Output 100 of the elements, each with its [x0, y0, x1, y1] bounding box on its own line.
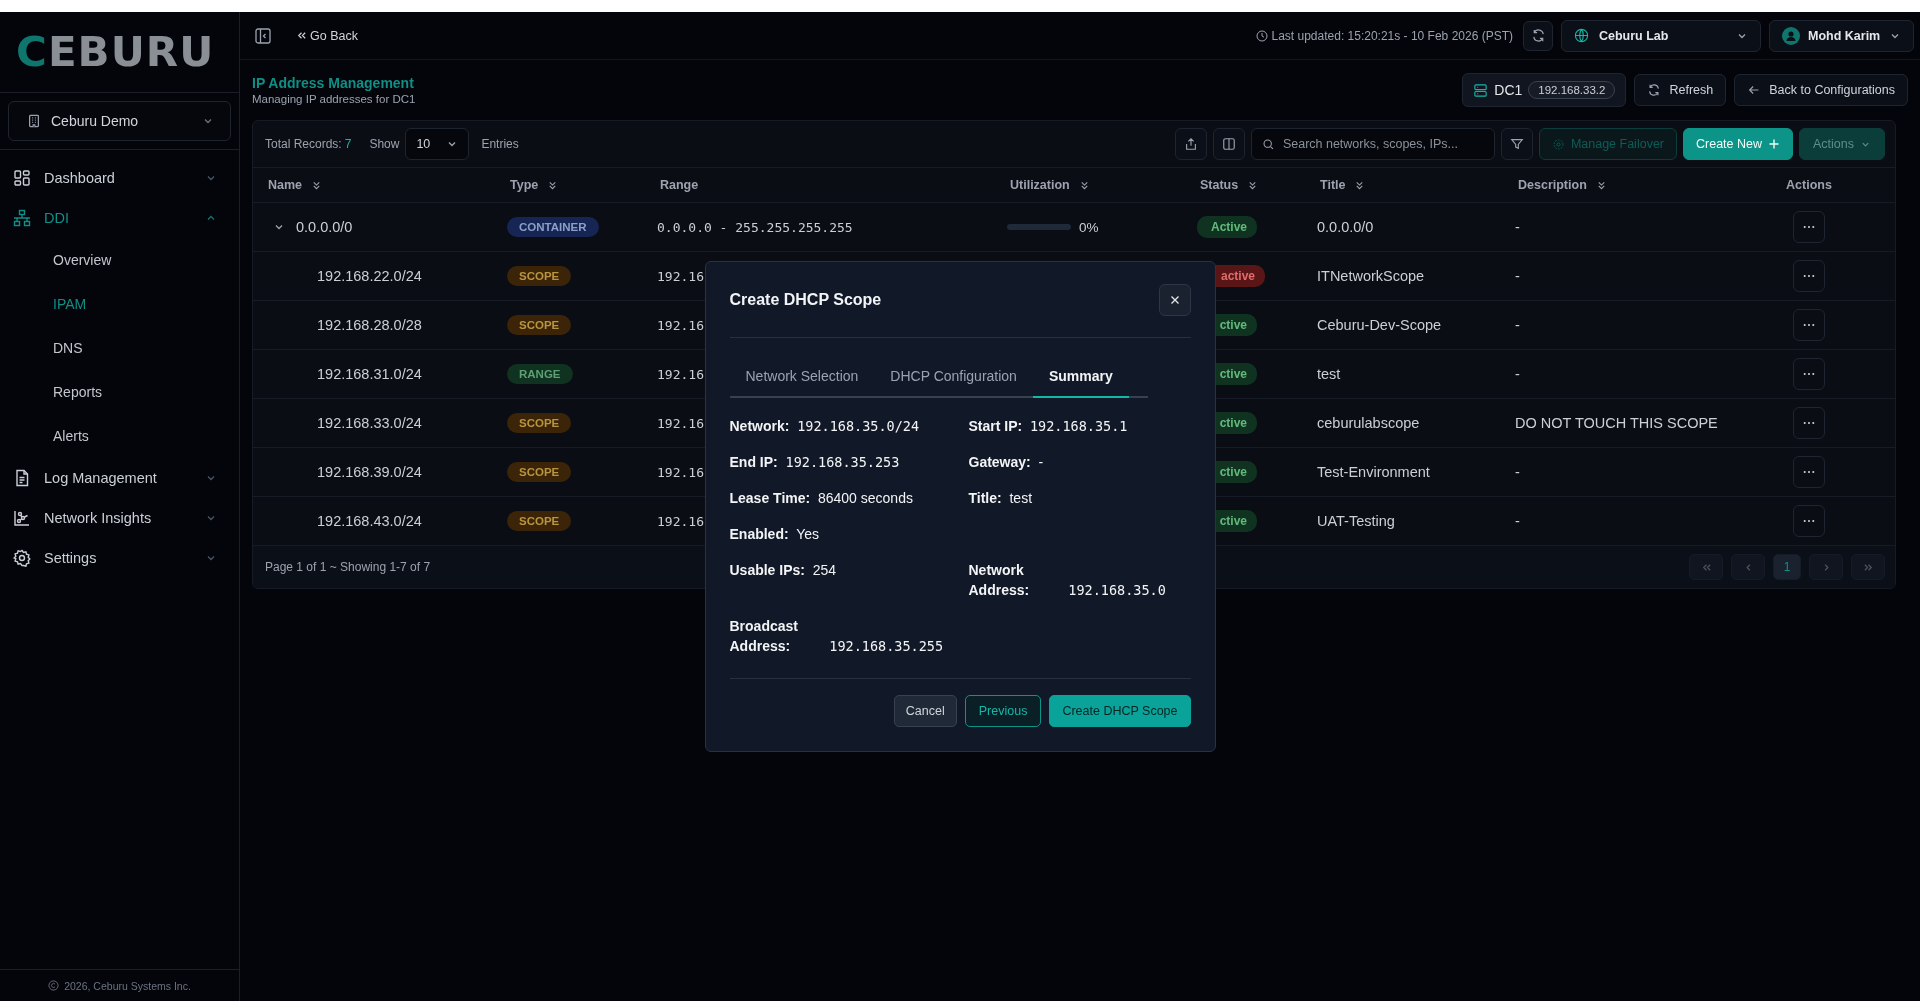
ip-range: 192.16 — [657, 366, 704, 382]
more-icon — [1803, 372, 1815, 376]
create-button[interactable]: Create DHCP Scope — [1049, 695, 1191, 727]
network-name: 192.168.31.0/24 — [317, 366, 422, 382]
ip-range: 192.16 — [657, 513, 704, 529]
more-icon — [1803, 225, 1815, 229]
description: DO NOT TOUCH THIS SCOPE — [1515, 415, 1718, 431]
page-title: IP Address Management — [252, 75, 415, 91]
refresh-button[interactable] — [1523, 20, 1553, 51]
more-icon — [1803, 323, 1815, 327]
sort-icon[interactable] — [547, 179, 559, 191]
close-button[interactable] — [1158, 283, 1191, 316]
more-icon — [1803, 274, 1815, 278]
description: - — [1515, 219, 1520, 235]
utilization-percent: 0% — [1079, 219, 1099, 235]
filter-icon — [1509, 137, 1524, 151]
page-size-select[interactable]: 10 — [405, 128, 470, 160]
total-records-count: 7 — [344, 137, 352, 151]
double-chevron-left-icon — [1700, 561, 1712, 573]
column-header: Utilization — [1010, 178, 1070, 192]
more-icon — [1803, 470, 1815, 474]
create-button[interactable]: Create New — [1683, 128, 1793, 160]
copyright-icon — [48, 980, 60, 991]
scope-title: Ceburu-Dev-Scope — [1317, 317, 1442, 333]
refresh-icon — [1647, 83, 1662, 97]
export-button[interactable] — [1174, 128, 1207, 160]
network-name: 192.168.33.0/24 — [317, 415, 422, 431]
building-icon — [27, 114, 41, 128]
sort-icon[interactable] — [1078, 179, 1090, 191]
back-button[interactable]: Back to Configurations — [1734, 74, 1908, 106]
tab[interactable]: Network Selection — [729, 358, 875, 398]
summary-item: End IP: 192.168.35.253 — [729, 453, 901, 472]
column-header: Type — [510, 178, 539, 192]
nav-subitem[interactable]: Overview — [0, 238, 239, 282]
tab[interactable]: DHCP Configuration — [874, 358, 1033, 398]
sort-icon[interactable] — [1354, 179, 1366, 191]
ip-range: 0.0.0.0 - 255.255.255.255 — [657, 219, 853, 235]
nav-item[interactable]: DDI — [0, 198, 239, 238]
scope-title: 0.0.0.0/0 — [1317, 219, 1374, 235]
column-header: Name — [268, 178, 303, 192]
nav-item[interactable]: Settings — [0, 538, 239, 578]
site-select[interactable]: Ceburu Lab — [1561, 19, 1761, 52]
scope-title: UAT-Testing — [1317, 513, 1395, 529]
more-icon — [1803, 519, 1815, 523]
settings-icon — [13, 549, 31, 567]
description: - — [1515, 513, 1520, 529]
pagination-summary: Page 1 of 1 ~ Showing 1-7 of 7 — [265, 560, 431, 574]
type-badge: CONTAINER — [507, 217, 599, 237]
network-name: 192.168.28.0/28 — [317, 317, 422, 333]
network-icon — [13, 209, 31, 227]
nav-subitem[interactable]: DNS — [0, 326, 239, 370]
summary-item: Title: test — [968, 489, 1034, 508]
sort-icon[interactable] — [311, 179, 323, 191]
ip-range: 192.16 — [657, 268, 704, 284]
page-button[interactable]: 1 — [1773, 554, 1801, 580]
tab[interactable]: Summary — [1032, 358, 1129, 398]
nav-subitem[interactable]: IPAM — [0, 282, 239, 326]
organization-select[interactable]: Ceburu Demo — [8, 101, 231, 141]
sort-icon[interactable] — [1595, 179, 1607, 191]
nav-subitem[interactable]: Reports — [0, 370, 239, 414]
dialog-title: Create DHCP Scope — [729, 290, 882, 309]
summary-item: Network Address: 192.168.35.0 — [968, 561, 1167, 600]
description: - — [1515, 366, 1520, 382]
close-icon — [1168, 293, 1181, 306]
columns-button[interactable] — [1212, 128, 1245, 160]
user-menu[interactable]: Mohd Karim — [1769, 19, 1914, 52]
nav-item[interactable]: Dashboard — [0, 158, 239, 198]
description: - — [1515, 464, 1520, 480]
scope-title: ITNetworkScope — [1317, 268, 1425, 284]
cancel-button[interactable]: Cancel — [893, 695, 957, 727]
show-label: Show — [369, 137, 400, 151]
page-subtitle: Managing IP addresses for DC1 — [252, 93, 416, 105]
type-badge: SCOPE — [507, 266, 572, 286]
nav-item[interactable]: Log Management — [0, 458, 239, 498]
network-name: 192.168.39.0/24 — [317, 464, 422, 480]
search-field[interactable]: Search networks, scopes, IPs... — [1250, 128, 1495, 160]
column-header: Range — [660, 178, 699, 192]
refresh-icon — [1530, 28, 1546, 43]
filter-button[interactable] — [1500, 128, 1533, 160]
share-icon — [1183, 137, 1198, 151]
column-header: Actions — [1786, 178, 1832, 192]
dashboard-icon — [13, 169, 31, 187]
summary-item: Network: 192.168.35.0/24 — [729, 417, 921, 436]
chart-icon — [13, 509, 31, 527]
go-back-link[interactable]: Go Back — [296, 28, 358, 43]
logo: CEBURU — [16, 29, 215, 75]
summary-item: Enabled: Yes — [729, 525, 820, 544]
nav-subitem[interactable]: Alerts — [0, 414, 239, 458]
column-header: Title — [1320, 178, 1346, 192]
refresh-button[interactable]: Refresh — [1634, 74, 1727, 106]
description: - — [1515, 268, 1520, 284]
column-header: Status — [1200, 178, 1239, 192]
globe-icon — [1574, 28, 1589, 43]
sidebar-toggle-icon[interactable] — [254, 26, 272, 45]
previous-button[interactable]: Previous — [964, 695, 1042, 727]
columns-icon — [1221, 137, 1236, 151]
type-badge: SCOPE — [507, 413, 572, 433]
nav-item[interactable]: Network Insights — [0, 498, 239, 538]
sort-icon[interactable] — [1247, 179, 1259, 191]
document-icon — [13, 469, 31, 487]
